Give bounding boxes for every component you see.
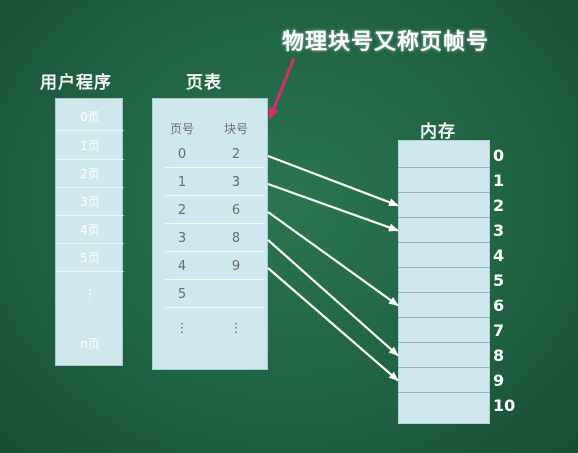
- page-to-block-arrow: [267, 182, 399, 232]
- page-to-block-arrow: [267, 239, 399, 357]
- annotation-pointer-arrow: [268, 57, 296, 120]
- page-to-block-arrow: [267, 154, 399, 207]
- page-to-block-arrow: [267, 267, 399, 382]
- mapping-arrows-layer: [267, 57, 399, 382]
